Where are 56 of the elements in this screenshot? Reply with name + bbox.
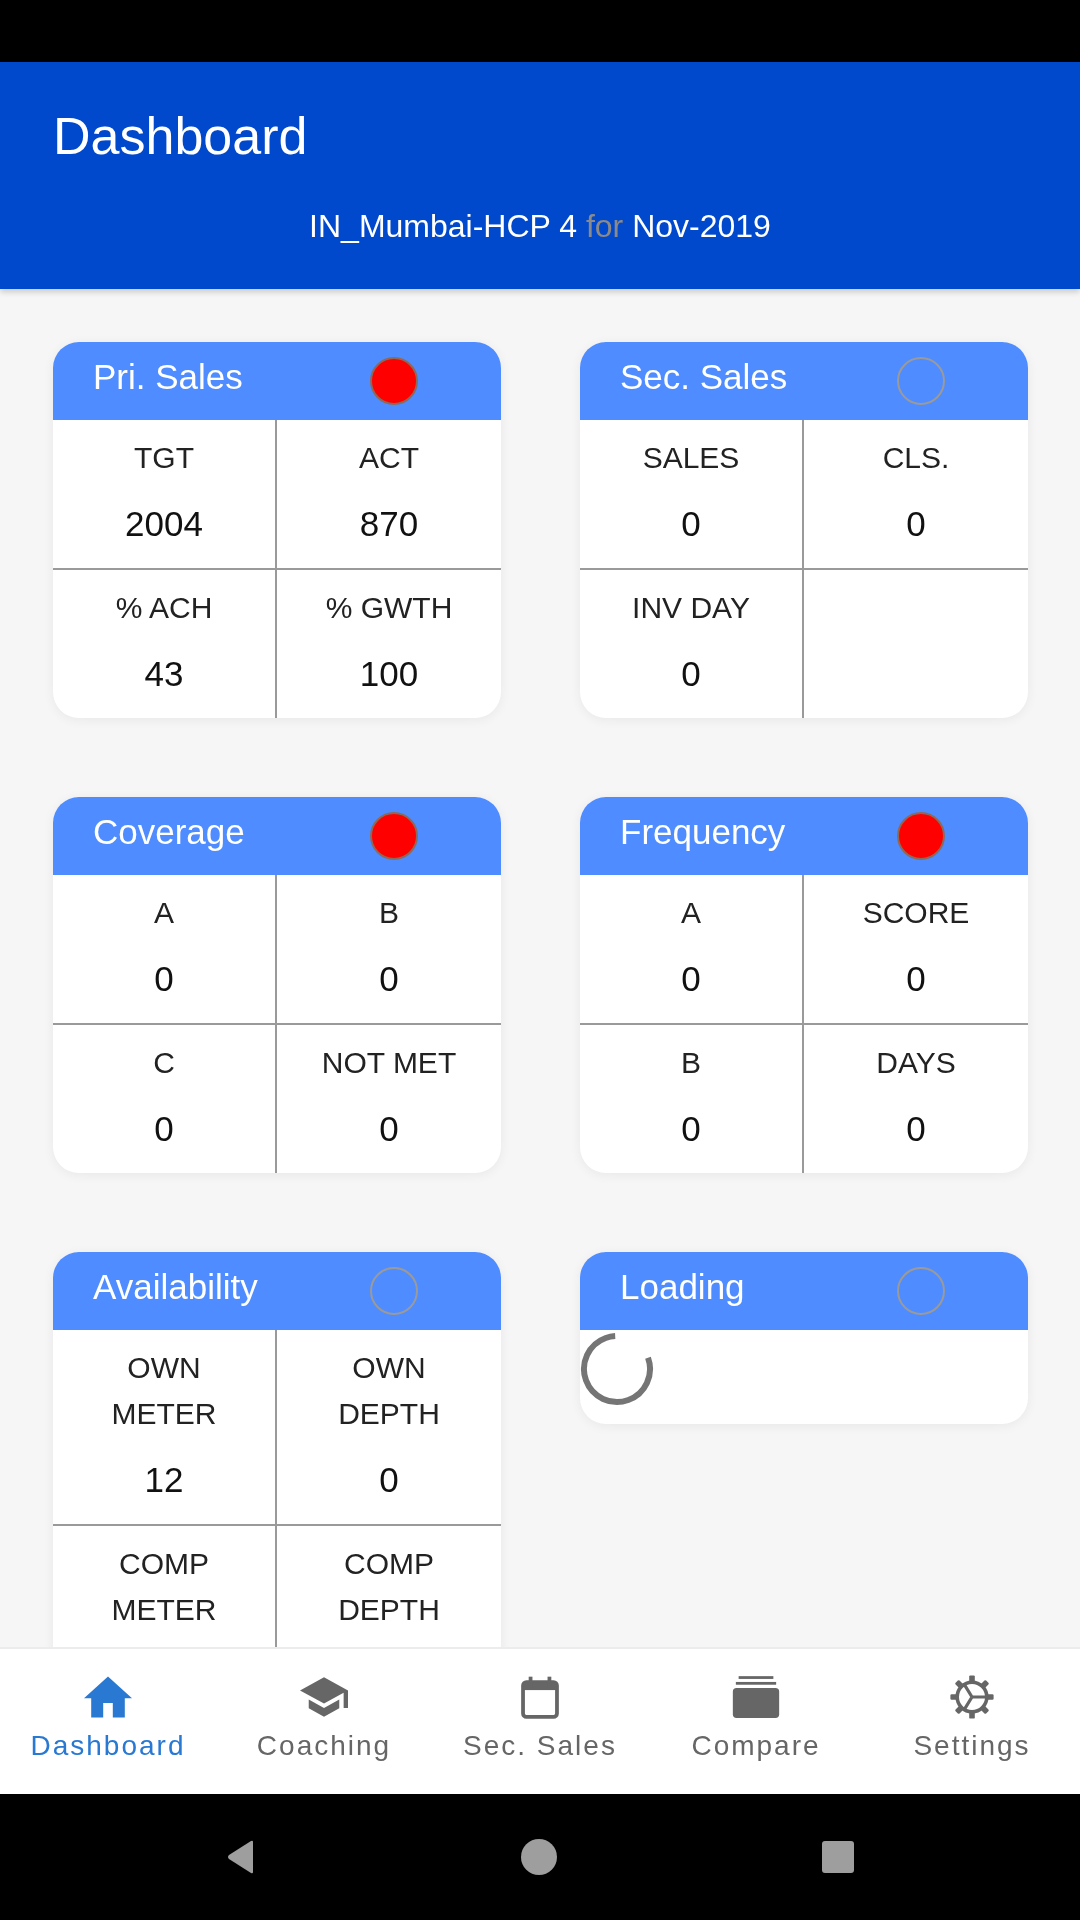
card-title: Loading <box>620 1266 745 1308</box>
metric-value: 0 <box>154 959 174 999</box>
metric-label: C <box>153 1045 175 1081</box>
metric-label: A <box>154 895 174 931</box>
metric-value: 0 <box>379 1460 399 1500</box>
header-subtitle: IN_Mumbai-HCP 4 for Nov-2019 <box>308 207 772 246</box>
metric-label: % ACH <box>115 590 213 626</box>
card-title: Sec. Sales <box>620 356 788 398</box>
metric-value: 0 <box>681 504 701 544</box>
metric-label: COMP DEPTH <box>338 1546 440 1628</box>
metric-label: A <box>681 895 701 931</box>
metric-value: 43 <box>144 654 184 694</box>
loading-spinner-icon <box>580 1332 654 1406</box>
card-title: Frequency <box>620 811 786 853</box>
metric-label: OWN DEPTH <box>338 1350 440 1432</box>
metric-label: SCORE <box>862 895 970 931</box>
metric-label: CLS. <box>882 440 950 476</box>
nav-tab[interactable]: Compare <box>648 1649 864 1794</box>
metric-label: B <box>681 1045 701 1081</box>
metric-value: 0 <box>154 1109 174 1149</box>
metric-label: B <box>379 895 399 931</box>
card-title: Pri. Sales <box>93 356 243 398</box>
metric-value: 0 <box>906 504 926 544</box>
metric-value: 0 <box>681 1109 701 1149</box>
metric-label: SALES <box>642 440 740 476</box>
nav-tab[interactable]: Sec. Sales <box>432 1649 648 1794</box>
settings-icon <box>948 1675 996 1719</box>
metric-label: NOT MET <box>321 1045 457 1081</box>
metric-value: 2004 <box>125 504 203 544</box>
metric-label: COMP METER <box>111 1546 217 1628</box>
nav-tab[interactable]: Coaching <box>216 1649 432 1794</box>
metric-value: 12 <box>144 1460 184 1500</box>
metric-label: DAYS <box>876 1045 956 1081</box>
card-title: Coverage <box>93 811 245 853</box>
metric-label: OWN METER <box>111 1350 217 1432</box>
metric-value: 870 <box>359 504 419 544</box>
metric-value: 0 <box>379 959 399 999</box>
metric-value: 0 <box>681 959 701 999</box>
metric-value: 0 <box>906 1109 926 1149</box>
metric-value: 0 <box>681 654 701 694</box>
metric-value: 0 <box>906 959 926 999</box>
graduation-cap-icon <box>300 1675 348 1719</box>
home-button-icon[interactable] <box>521 1839 557 1875</box>
metric-label: INV DAY <box>632 590 750 626</box>
home-icon <box>84 1675 132 1719</box>
page-title: Dashboard <box>53 106 309 166</box>
metric-value: 100 <box>359 654 419 694</box>
nav-tab[interactable]: Settings <box>864 1649 1080 1794</box>
metric-value: 0 <box>379 1109 399 1149</box>
back-icon[interactable] <box>226 1840 256 1874</box>
card-stack-icon <box>732 1675 780 1719</box>
nav-tab[interactable]: Dashboard <box>0 1649 216 1794</box>
metric-label: ACT <box>359 440 419 476</box>
card-title: Availability <box>93 1266 258 1308</box>
metric-label: % GWTH <box>325 590 453 626</box>
metric-label: TGT <box>134 440 194 476</box>
